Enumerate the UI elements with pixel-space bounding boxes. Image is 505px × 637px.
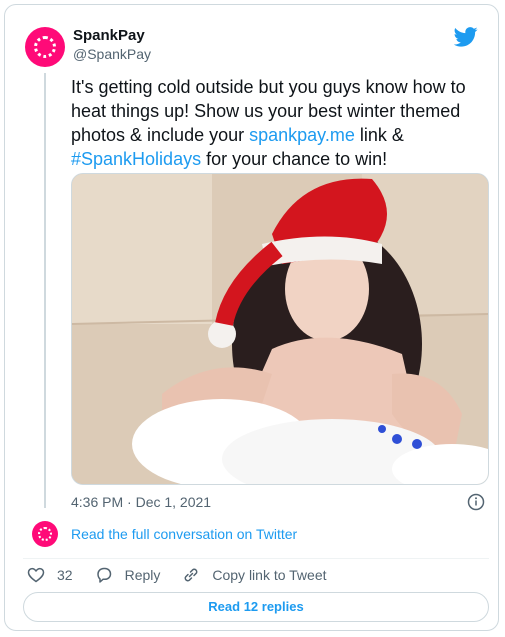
thread-line [44, 73, 46, 508]
link-icon [184, 568, 198, 582]
divider [23, 558, 489, 559]
conversation-avatar [32, 521, 58, 547]
info-icon[interactable] [467, 493, 485, 511]
tweet-timestamp[interactable]: 4:36 PM · Dec 1, 2021 [71, 494, 211, 510]
tweet-photo[interactable] [71, 173, 489, 485]
author-handle[interactable]: @SpankPay [73, 46, 151, 62]
copy-link-label: Copy link to Tweet [212, 567, 327, 583]
photo-illustration [72, 174, 488, 484]
reply-label: Reply [124, 567, 161, 583]
read-conversation-link[interactable]: Read the full conversation on Twitter [71, 526, 297, 542]
tweet-card: SpankPay @SpankPay It's getting cold out… [4, 4, 499, 631]
copy-link-button[interactable]: Copy link to Tweet [182, 566, 327, 584]
hashtag-link[interactable]: #SpankHolidays [71, 149, 201, 169]
like-count: 32 [57, 567, 73, 583]
reply-button[interactable]: Reply [95, 566, 161, 584]
tweet-text-part: link & [354, 125, 404, 145]
action-bar: 32 Reply Copy link to Tweet [27, 566, 349, 584]
twitter-bird-icon[interactable] [454, 27, 478, 47]
reply-icon [96, 567, 111, 583]
tweet-text-part: for your chance to win! [201, 149, 388, 169]
author-avatar[interactable] [25, 27, 65, 67]
like-button[interactable]: 32 [27, 566, 73, 584]
read-replies-button[interactable]: Read 12 replies [23, 592, 489, 622]
heart-icon [27, 567, 45, 583]
tweet-text: It's getting cold outside but you guys k… [71, 75, 483, 171]
author-name[interactable]: SpankPay [73, 27, 145, 44]
spankpay-link[interactable]: spankpay.me [249, 125, 355, 145]
